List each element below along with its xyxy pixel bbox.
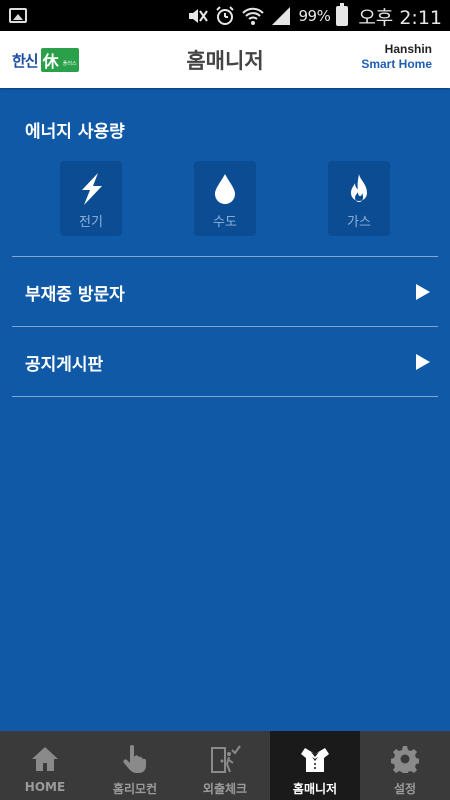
- nav-settings-label: 설정: [393, 782, 417, 796]
- gas-label: 가스: [347, 215, 371, 230]
- electricity-label: 전기: [79, 215, 103, 230]
- battery-percent: 99%: [298, 7, 331, 25]
- nav-home[interactable]: HOME: [0, 731, 90, 800]
- energy-section-title: 에너지 사용량: [25, 122, 125, 142]
- brand-label: Hanshin Smart Home: [361, 42, 432, 72]
- missed-visitors-label: 부재중 방문자: [25, 285, 125, 305]
- status-icons: 99% 오후 2:11: [186, 3, 442, 29]
- brand-line-2: Smart Home: [361, 57, 432, 71]
- notice-board-label: 공지게시판: [25, 355, 104, 375]
- butler-icon: [298, 743, 332, 775]
- nav-away-check[interactable]: 외출체크: [180, 731, 270, 800]
- app-header: 한신 休 플러스 홈매니저 Hanshin Smart Home: [0, 31, 450, 88]
- water-button[interactable]: 수도: [194, 161, 256, 236]
- wifi-icon: [242, 5, 265, 27]
- electricity-button[interactable]: 전기: [60, 161, 122, 236]
- flame-icon: [339, 169, 379, 209]
- divider: [12, 256, 438, 257]
- water-drop-icon: [205, 169, 245, 209]
- hand-pointer-icon: [118, 743, 152, 775]
- mute-icon: [186, 5, 209, 27]
- battery-icon: [336, 3, 349, 26]
- bottom-nav: HOME 홈리모컨 외출체크 홈매니저 설정: [0, 731, 450, 800]
- nav-home-remote[interactable]: 홈리모컨: [90, 731, 180, 800]
- gallery-icon: [9, 8, 27, 23]
- water-label: 수도: [213, 215, 237, 230]
- signal-icon: [270, 5, 292, 27]
- nav-home-manager-label: 홈매니저: [292, 782, 338, 796]
- arrow-right-icon: [416, 354, 430, 370]
- clock: 오후 2:11: [358, 6, 442, 29]
- status-bar: 99% 오후 2:11: [0, 0, 450, 31]
- arrow-right-icon: [416, 284, 430, 300]
- door-check-icon: [208, 743, 242, 775]
- lightning-icon: [71, 169, 111, 209]
- home-icon: [28, 743, 62, 775]
- alarm-icon: [214, 5, 236, 27]
- divider: [12, 396, 438, 397]
- nav-home-manager[interactable]: 홈매니저: [270, 731, 360, 800]
- brand-line-1: Hanshin: [384, 42, 432, 56]
- nav-away-check-label: 외출체크: [202, 782, 248, 796]
- divider: [12, 326, 438, 327]
- notice-board-row[interactable]: 공지게시판: [0, 328, 450, 396]
- nav-home-label: HOME: [24, 780, 66, 794]
- nav-settings[interactable]: 설정: [360, 731, 450, 800]
- missed-visitors-row[interactable]: 부재중 방문자: [0, 258, 450, 326]
- gas-button[interactable]: 가스: [328, 161, 390, 236]
- gear-icon: [388, 743, 422, 775]
- nav-home-remote-label: 홈리모컨: [112, 782, 158, 796]
